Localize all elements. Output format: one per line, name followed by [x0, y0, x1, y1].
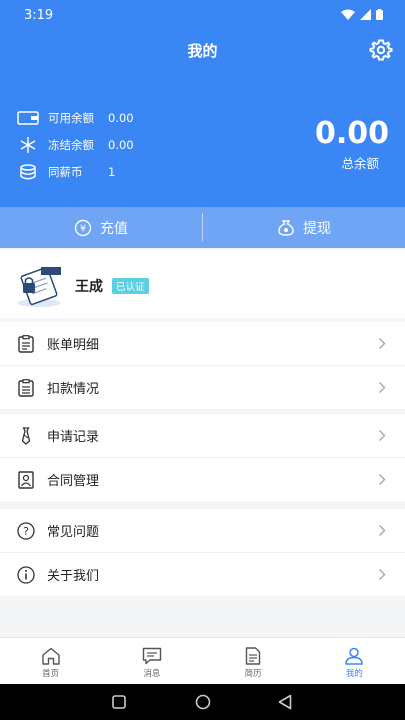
menu-item-faq[interactable]: ? 常见问题 [0, 509, 405, 552]
available-balance-label: 可用余额 [48, 111, 94, 125]
frozen-balance-label: 冻结余额 [48, 138, 94, 152]
chevron-right-icon [378, 473, 386, 486]
gear-icon[interactable] [369, 38, 393, 62]
action-bar: ¥ 充值 提现 [0, 207, 405, 248]
tab-label-messages: 消息 [143, 669, 161, 679]
money-bag-icon [278, 219, 294, 236]
menu-item-application-records[interactable]: 申请记录 [0, 414, 405, 457]
tab-label-home: 首页 [42, 669, 60, 679]
bill-icon [17, 334, 35, 353]
coin-balance-label: 同薪币 [48, 165, 83, 179]
tab-label-profile: 我的 [345, 669, 363, 679]
battery-icon [376, 9, 383, 20]
resume-icon [245, 647, 261, 665]
snowflake-icon [17, 137, 39, 153]
bottom-tab-bar: 首页 消息 简历 我的 [0, 637, 405, 684]
chevron-right-icon [378, 337, 386, 350]
question-icon: ? [17, 521, 35, 540]
withdraw-button[interactable]: 提现 [203, 207, 405, 248]
tab-resume[interactable]: 简历 [203, 638, 304, 684]
contract-avatar-icon [17, 266, 61, 307]
svg-text:?: ? [23, 525, 29, 538]
total-balance-label: 总余额 [341, 156, 379, 171]
tab-home[interactable]: 首页 [0, 638, 101, 684]
total-balance-amount: 0.00 [314, 116, 389, 151]
back-icon[interactable] [278, 694, 292, 710]
yuan-coin-icon: ¥ [74, 219, 92, 236]
available-balance-value: 0.00 [108, 111, 134, 125]
menu-label-deductions: 扣款情况 [47, 382, 100, 397]
withdraw-label: 提现 [303, 220, 331, 237]
profile-icon [345, 647, 364, 665]
menu-item-contract-management[interactable]: 合同管理 [0, 458, 405, 501]
signal-icon [360, 9, 371, 20]
chevron-right-icon [378, 568, 386, 581]
menu-group-help: ? 常见问题 关于我们 [0, 509, 405, 596]
verified-badge: 已认证 [112, 278, 149, 294]
menu-group-records: 申请记录 合同管理 [0, 414, 405, 501]
svg-text:¥: ¥ [80, 223, 86, 234]
user-card[interactable]: 王成 已认证 [0, 250, 405, 318]
coin-stack-icon [17, 164, 39, 180]
home-button-icon[interactable] [195, 694, 211, 710]
home-icon [41, 647, 60, 665]
deduction-icon [17, 378, 35, 397]
tab-profile[interactable]: 我的 [304, 638, 405, 684]
available-balance-row: 可用余额 0.00 [17, 110, 134, 126]
recents-icon[interactable] [112, 695, 126, 709]
recharge-label: 充值 [100, 220, 128, 237]
tie-icon [17, 426, 35, 445]
status-icons [341, 9, 383, 20]
tab-label-resume: 简历 [244, 669, 262, 679]
wifi-icon [341, 9, 355, 20]
info-icon [17, 565, 35, 584]
menu-item-deductions[interactable]: 扣款情况 [0, 366, 405, 409]
tab-messages[interactable]: 消息 [101, 638, 202, 684]
user-name: 王成 [75, 279, 103, 295]
status-bar: 3:19 [0, 0, 405, 30]
menu-label-faq: 常见问题 [47, 525, 100, 540]
recharge-button[interactable]: ¥ 充值 [0, 207, 202, 248]
wallet-icon [17, 110, 39, 126]
contract-icon [17, 470, 35, 489]
frozen-balance-value: 0.00 [108, 138, 134, 152]
profile-header: 3:19 我的 可用余额 0.00 冻结余额 0.00 同薪币 1 0.00 总… [0, 0, 405, 207]
coin-balance-value: 1 [108, 165, 116, 179]
coin-balance-row: 同薪币 1 [17, 164, 115, 180]
status-time: 3:19 [24, 8, 54, 23]
message-icon [142, 647, 162, 665]
chevron-right-icon [378, 381, 386, 394]
menu-label-application-records: 申请记录 [47, 430, 100, 445]
menu-label-about-us: 关于我们 [47, 569, 100, 584]
menu-item-bill-details[interactable]: 账单明细 [0, 322, 405, 365]
menu-label-bill-details: 账单明细 [47, 338, 100, 353]
chevron-right-icon [378, 429, 386, 442]
menu-label-contract-management: 合同管理 [47, 474, 100, 489]
chevron-right-icon [378, 524, 386, 537]
frozen-balance-row: 冻结余额 0.00 [17, 137, 134, 153]
page-title: 我的 [187, 42, 218, 60]
menu-group-finance: 账单明细 扣款情况 [0, 322, 405, 409]
system-nav-bar [0, 684, 405, 720]
menu-item-about-us[interactable]: 关于我们 [0, 553, 405, 596]
